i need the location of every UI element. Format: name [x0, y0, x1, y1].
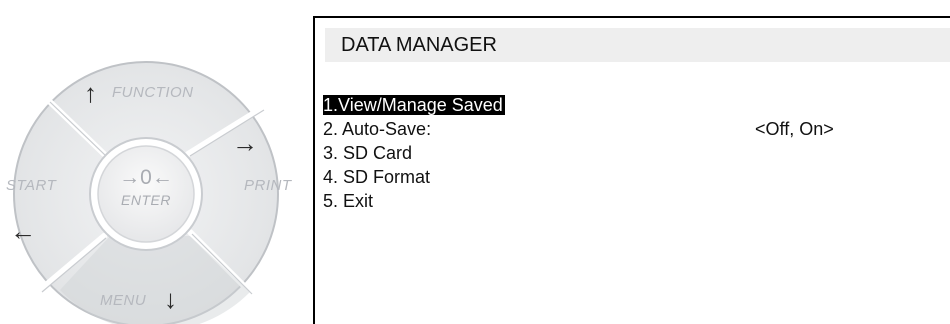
menu-item-view-manage-saved[interactable]: 1.View/Manage Saved: [323, 93, 505, 117]
menu-item-exit[interactable]: 5. Exit: [323, 189, 505, 213]
zero-enter-icon: →0←: [119, 166, 173, 189]
title-bar: DATA MANAGER: [325, 28, 950, 62]
menu-item-sd-card[interactable]: 3. SD Card: [323, 141, 505, 165]
auto-save-options: <Off, On>: [755, 119, 834, 139]
screen-title: DATA MANAGER: [341, 34, 497, 56]
function-button[interactable]: FUNCTION: [112, 84, 194, 101]
start-button[interactable]: START: [6, 177, 56, 194]
navigation-keypad: ↑ FUNCTION → PRINT START ← MENU ↓ →0← EN…: [0, 60, 300, 324]
menu-button[interactable]: MENU: [100, 292, 146, 309]
display-screen: DATA MANAGER 1.View/Manage Saved 2. Auto…: [313, 16, 950, 324]
enter-button[interactable]: →0← ENTER: [106, 166, 186, 208]
menu-item-sd-format[interactable]: 4. SD Format: [323, 165, 505, 189]
left-arrow-icon[interactable]: ←: [10, 218, 36, 244]
right-arrow-icon[interactable]: →: [232, 130, 258, 156]
menu-item-auto-save[interactable]: 2. Auto-Save:: [323, 117, 505, 141]
down-arrow-icon[interactable]: ↓: [164, 286, 177, 312]
menu-list: 1.View/Manage Saved 2. Auto-Save: 3. SD …: [323, 93, 505, 213]
enter-label: ENTER: [121, 192, 171, 208]
print-button[interactable]: PRINT: [244, 177, 292, 194]
up-arrow-icon[interactable]: ↑: [84, 80, 97, 106]
